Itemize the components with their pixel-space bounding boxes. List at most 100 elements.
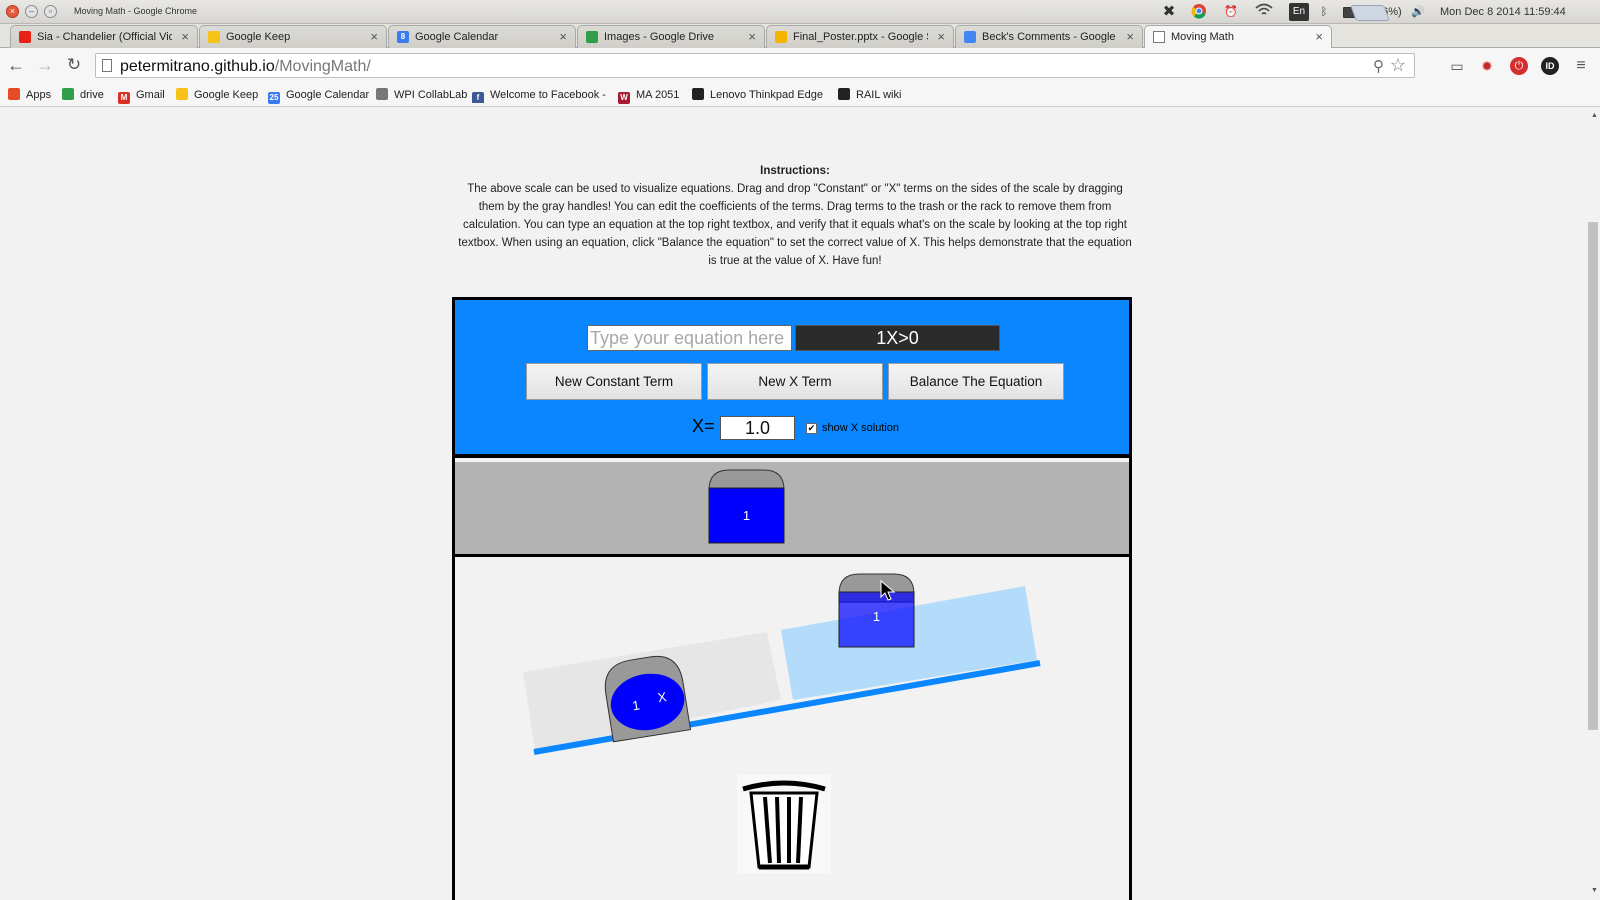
tab-close-icon[interactable]: × xyxy=(559,29,567,44)
tab-page[interactable]: Moving Math × xyxy=(1144,25,1332,49)
constant-term-coefficient[interactable]: 1 xyxy=(873,609,880,624)
x-value-input[interactable] xyxy=(720,416,795,440)
bookmark-keep[interactable]: Google Keep xyxy=(176,87,258,103)
bookmark-star-icon[interactable]: ☆ xyxy=(1390,55,1406,76)
bookmark-wpi[interactable]: W MA 2051 xyxy=(618,87,680,104)
reload-icon[interactable]: ↻ xyxy=(63,55,85,75)
url-path: /MovingMath/ xyxy=(274,58,371,75)
address-bar[interactable]: petermitrano.github.io/MovingMath/ ⚲ ☆ xyxy=(95,53,1415,78)
dropbox-icon[interactable]: ✖ xyxy=(1160,3,1178,21)
instructions-body: The above scale can be used to visualize… xyxy=(458,183,1132,267)
url-text[interactable]: petermitrano.github.io/MovingMath/ xyxy=(120,58,371,76)
docs-icon xyxy=(964,31,976,43)
tab-close-icon[interactable]: × xyxy=(1126,29,1134,44)
keyboard-language-indicator[interactable]: En xyxy=(1289,3,1309,21)
browser-tab-strip: Sia - Chandelier (Official Video)×Google… xyxy=(0,24,1600,49)
new-tab-button[interactable] xyxy=(1350,5,1390,21)
bookmark-apps-grid[interactable]: Apps xyxy=(8,87,51,103)
constant-term-on-right-pan[interactable]: 1 xyxy=(838,573,915,648)
forward-arrow-icon[interactable]: → xyxy=(34,55,56,75)
bookmark-label: drive xyxy=(80,89,104,101)
scroll-up-arrow-icon[interactable]: ▲ xyxy=(1591,112,1598,119)
rack-term-coefficient[interactable]: 1 xyxy=(743,508,750,523)
alarm-clock-icon[interactable]: ⏰ xyxy=(1222,3,1240,21)
bookmark-drive[interactable]: drive xyxy=(62,87,104,103)
page-icon xyxy=(102,59,112,72)
lenovo-icon xyxy=(692,88,704,100)
window-close-button[interactable]: × xyxy=(6,5,19,18)
new-x-term-button[interactable]: New X Term xyxy=(707,363,883,400)
tab-close-icon[interactable]: × xyxy=(1315,29,1323,44)
show-solution-checkbox[interactable]: ✔ xyxy=(806,423,817,434)
window-title: Moving Math - Google Chrome xyxy=(74,6,198,16)
tab-youtube[interactable]: Sia - Chandelier (Official Video) × xyxy=(10,25,198,48)
tab-label: Beck's Comments - Google Docs xyxy=(982,31,1117,43)
extension-gear-icon[interactable]: ✹ xyxy=(1478,57,1496,75)
calendar-icon: 8 xyxy=(397,31,409,43)
new-constant-term-button[interactable]: New Constant Term xyxy=(526,363,702,400)
cast-icon[interactable]: ▭ xyxy=(1448,57,1466,75)
bluetooth-icon[interactable]: ᛒ xyxy=(1318,3,1330,21)
calendar-icon: 25 xyxy=(268,92,280,104)
bookmark-calendar[interactable]: 25 Google Calendar xyxy=(268,87,370,104)
rack-constant-term[interactable]: 1 xyxy=(708,469,785,544)
scale-area: 1 X 1 xyxy=(455,560,1129,900)
tab-close-icon[interactable]: × xyxy=(937,29,945,44)
wpi-icon: W xyxy=(618,92,630,104)
scrollbar-thumb[interactable] xyxy=(1588,222,1598,730)
mouse-cursor-icon xyxy=(880,580,896,601)
wifi-icon[interactable] xyxy=(1255,3,1273,21)
bookmark-collablab[interactable]: WPI CollabLab xyxy=(376,87,467,103)
bookmark-label: Google Keep xyxy=(194,89,259,101)
keep-icon xyxy=(176,88,188,100)
window-minimize-button[interactable]: – xyxy=(25,5,38,18)
bookmark-label: MA 2051 xyxy=(636,89,680,101)
x-term-on-left-pan[interactable]: 1 X xyxy=(601,653,692,743)
equation-input[interactable] xyxy=(587,325,792,351)
youtube-icon xyxy=(19,31,31,43)
tab-keep[interactable]: Google Keep × xyxy=(199,25,387,48)
extension-id-icon[interactable]: ID xyxy=(1541,57,1559,75)
instructions-heading: Instructions: xyxy=(760,165,830,177)
tab-docs[interactable]: Beck's Comments - Google Docs × xyxy=(955,25,1143,48)
window-maximize-button[interactable]: ▫ xyxy=(44,5,57,18)
bookmark-lenovo[interactable]: Lenovo Thinkpad Edge & Ideapad xyxy=(692,87,825,103)
control-panel: 1X>0 New Constant Term New X Term Balanc… xyxy=(455,300,1129,458)
tab-close-icon[interactable]: × xyxy=(370,29,378,44)
bookmark-facebook[interactable]: f Welcome to Facebook - Log In xyxy=(472,87,609,103)
magnifier-icon[interactable]: ⚲ xyxy=(1373,57,1384,75)
tab-slides[interactable]: Final_Poster.pptx - Google Slides × xyxy=(766,25,954,48)
bookmark-label: Apps xyxy=(26,89,52,101)
tab-close-icon[interactable]: × xyxy=(748,29,756,44)
github-icon xyxy=(838,88,850,100)
back-arrow-icon[interactable]: ← xyxy=(5,55,27,75)
system-clock[interactable]: Mon Dec 8 2014 11:59:44 xyxy=(1440,3,1590,21)
tab-label: Sia - Chandelier (Official Video) xyxy=(37,31,172,43)
tab-label: Final_Poster.pptx - Google Slides xyxy=(793,31,928,43)
tab-calendar[interactable]: 8 Google Calendar × xyxy=(388,25,576,48)
balance-equation-button[interactable]: Balance The Equation xyxy=(888,363,1064,400)
chrome-icon[interactable] xyxy=(1190,3,1208,21)
scroll-down-arrow-icon[interactable]: ▼ xyxy=(1591,887,1598,894)
chrome-logo-icon xyxy=(1191,4,1206,19)
tab-drive[interactable]: Images - Google Drive × xyxy=(577,25,765,48)
moving-math-app: 1X>0 New Constant Term New X Term Balanc… xyxy=(452,297,1132,900)
show-solution-label[interactable]: show X solution xyxy=(822,422,899,434)
facebook-icon: f xyxy=(472,92,484,103)
bookmark-label: Welcome to Facebook - Log In xyxy=(490,89,609,101)
trash-can-icon[interactable] xyxy=(737,775,831,873)
tab-close-icon[interactable]: × xyxy=(181,29,189,44)
rack-canvas: 1 xyxy=(708,469,785,544)
volume-icon[interactable]: 🔊 xyxy=(1409,3,1427,21)
hamburger-menu-icon[interactable]: ≡ xyxy=(1572,57,1590,75)
keep-icon xyxy=(208,31,220,43)
bookmark-github[interactable]: RAIL wiki xyxy=(838,87,901,103)
bookmark-label: Google Calendar xyxy=(286,89,370,101)
bookmark-label: Lenovo Thinkpad Edge & Ideapad xyxy=(710,89,825,101)
slides-icon xyxy=(775,31,787,43)
tab-label: Google Keep xyxy=(226,31,291,43)
extension-power-icon[interactable]: ⏻ xyxy=(1510,57,1528,75)
term-rack[interactable]: 1 xyxy=(455,462,1129,557)
bookmark-gmail[interactable]: M Gmail xyxy=(118,87,165,104)
page-icon xyxy=(1153,31,1165,43)
